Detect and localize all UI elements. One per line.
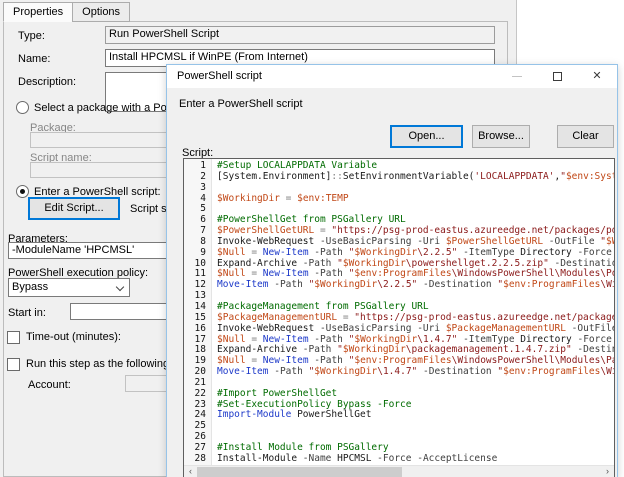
tab-options[interactable]: Options: [72, 2, 130, 22]
line-number: 4: [184, 194, 211, 205]
line-number: 16: [184, 324, 211, 335]
dialog-titlebar[interactable]: PowerShell script ✕: [167, 65, 617, 88]
script-line: $WorkingDir = $env:TEMP: [217, 194, 614, 205]
close-icon: ✕: [592, 71, 601, 82]
minimize-button[interactable]: [497, 65, 537, 88]
chevron-down-icon: [116, 283, 124, 291]
line-number: 5: [184, 204, 211, 215]
line-number: 6: [184, 215, 211, 226]
powershell-script-dialog: PowerShell script ✕ Enter a PowerShell s…: [166, 64, 618, 477]
timeout-label: Time-out (minutes):: [26, 331, 121, 343]
script-line: Install-Module -Name HPCMSL -Force -Acce…: [217, 454, 614, 465]
line-number: 1: [184, 161, 211, 172]
tab-bar: Properties Options: [3, 2, 129, 22]
script-line: [217, 421, 614, 432]
script-line: [System.Environment]::SetEnvironmentVari…: [217, 172, 614, 183]
edit-script-button[interactable]: Edit Script...: [28, 197, 120, 220]
chevron-right-icon[interactable]: ›: [601, 466, 614, 477]
script-gutter: 1234567891011121314151617181920212223242…: [184, 159, 212, 465]
line-number: 2: [184, 172, 211, 183]
tab-properties[interactable]: Properties: [3, 2, 73, 22]
line-number: 28: [184, 454, 211, 465]
open-button[interactable]: Open...: [390, 125, 463, 148]
script-line: Move-Item -Path "$WorkingDir\2.2.5" -Des…: [217, 280, 614, 291]
dialog-title: PowerShell script: [177, 65, 262, 88]
close-button[interactable]: ✕: [577, 65, 617, 88]
minimize-icon: [512, 76, 522, 77]
chevron-left-icon[interactable]: ‹: [184, 466, 197, 477]
script-lines: #Setup LOCALAPPDATA Variable[System.Envi…: [213, 159, 614, 465]
horizontal-scrollbar[interactable]: ‹ ›: [184, 465, 614, 477]
line-number: 22: [184, 389, 211, 400]
screen: Properties Options Type: Run PowerShell …: [0, 0, 624, 477]
scrollbar-thumb[interactable]: [197, 467, 402, 477]
select-package-radio[interactable]: [16, 101, 29, 114]
execution-policy-select[interactable]: Bypass: [8, 278, 130, 297]
type-label: Type:: [18, 30, 45, 42]
dialog-subtitle: Enter a PowerShell script: [179, 98, 303, 110]
description-label: Description:: [18, 76, 76, 88]
script-line: Import-Module PowerShellGet: [217, 410, 614, 421]
start-in-label: Start in:: [8, 307, 46, 319]
line-number: 3: [184, 183, 211, 194]
execution-policy-value: Bypass: [12, 281, 48, 293]
line-number: 9: [184, 248, 211, 259]
type-field: Run PowerShell Script: [105, 26, 495, 44]
browse-button[interactable]: Browse...: [472, 125, 530, 148]
timeout-checkbox[interactable]: [7, 331, 20, 344]
line-number: 7: [184, 226, 211, 237]
line-number: 8: [184, 237, 211, 248]
account-label: Account:: [28, 379, 71, 391]
script-line: Move-Item -Path "$WorkingDir\1.4.7" -Des…: [217, 367, 614, 378]
run-as-checkbox[interactable]: [7, 358, 20, 371]
name-label: Name:: [18, 53, 50, 65]
maximize-icon: [553, 72, 562, 81]
clear-button[interactable]: Clear: [557, 125, 614, 148]
caption-buttons: ✕: [497, 65, 617, 88]
maximize-button[interactable]: [537, 65, 577, 88]
script-editor[interactable]: 1234567891011121314151617181920212223242…: [183, 158, 615, 477]
